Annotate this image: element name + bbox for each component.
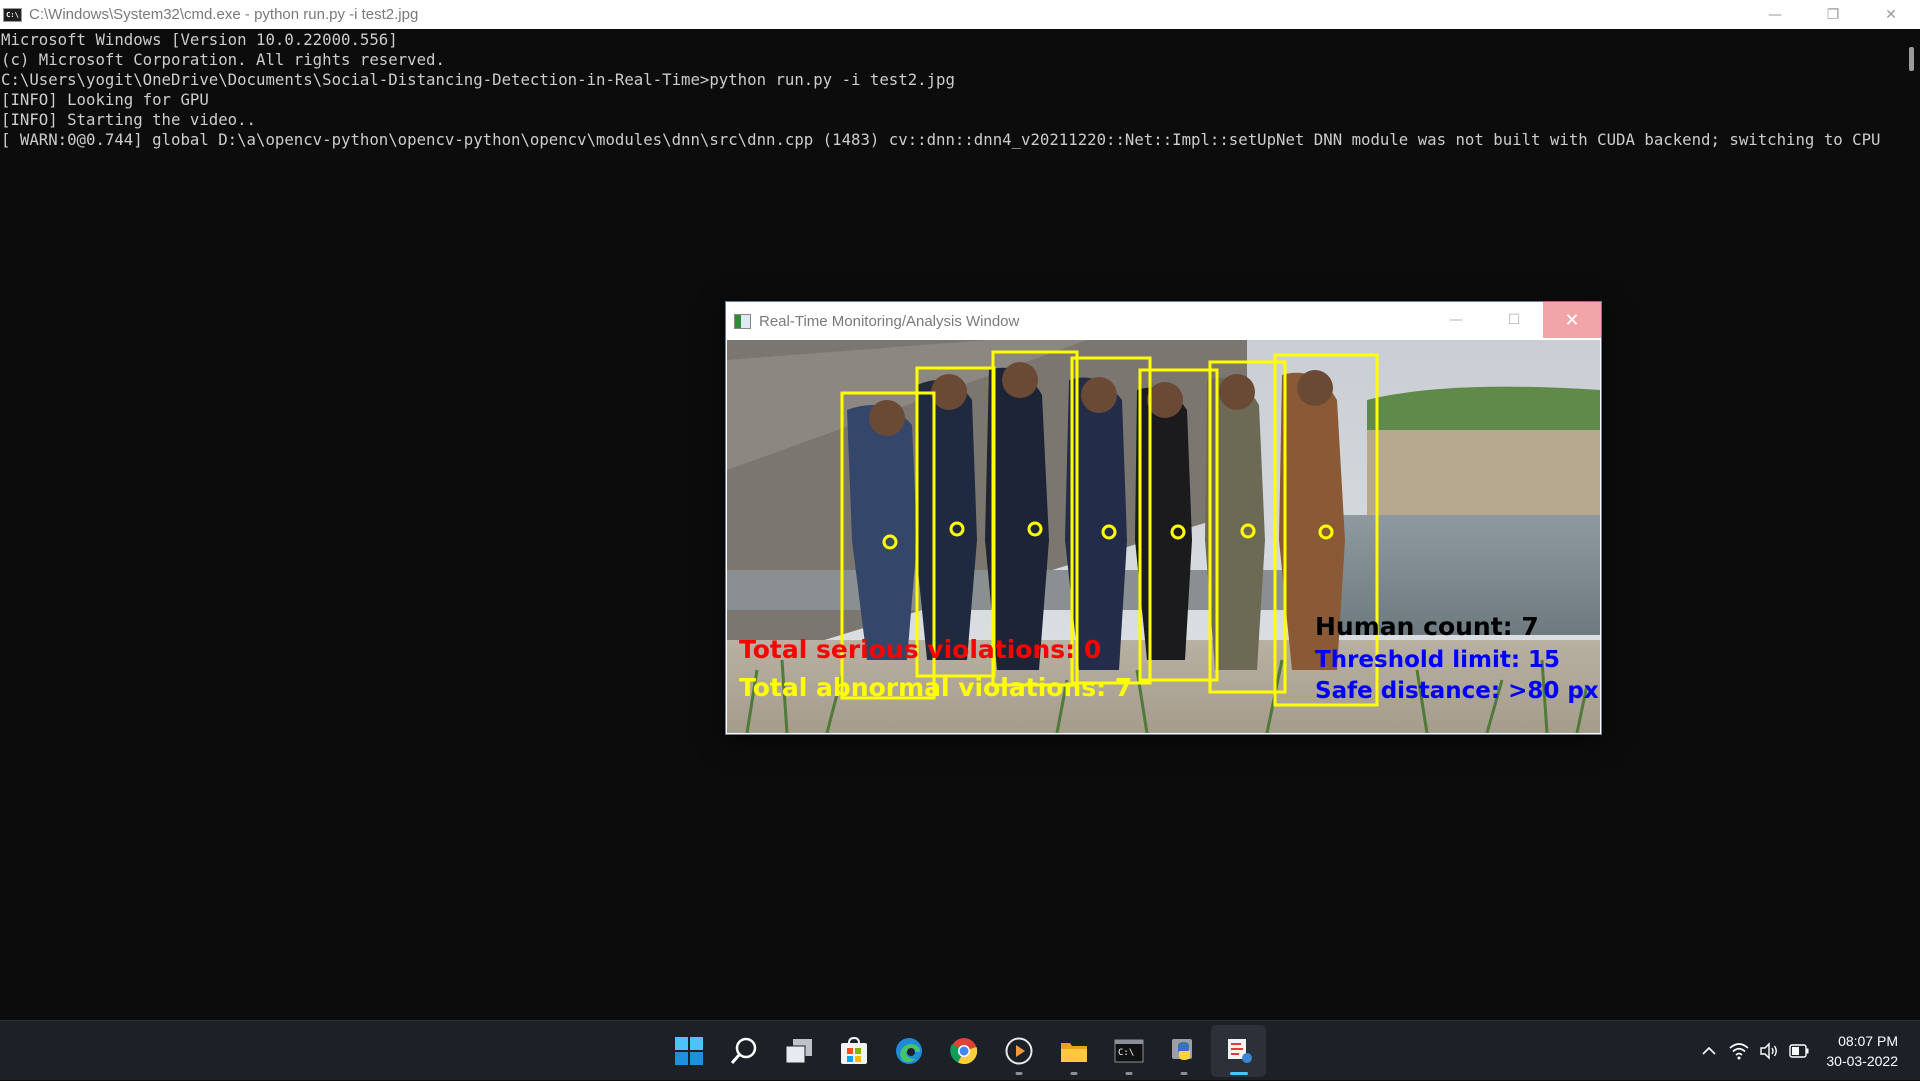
taskbar-app-file-explorer[interactable]	[1046, 1025, 1101, 1077]
store-icon	[840, 1036, 867, 1064]
taskbar-app-analysis-window[interactable]	[1211, 1025, 1266, 1077]
battery-icon[interactable]	[1784, 1044, 1814, 1058]
scrollbar-thumb[interactable]	[1909, 47, 1914, 71]
search-icon	[730, 1037, 756, 1064]
system-tray: 08:07 PM 30-03-2022	[1694, 1021, 1920, 1081]
far-wall	[1367, 430, 1600, 515]
running-indicator	[1070, 1072, 1077, 1075]
chevron-up-icon[interactable]	[1694, 1043, 1724, 1059]
human-count-label: Human count: 7	[1315, 612, 1539, 641]
cmd-close-button[interactable]: ✕	[1862, 0, 1920, 29]
cmd-window-controls: — ❐ ✕	[1746, 0, 1920, 29]
taskbar-app-media-player[interactable]	[991, 1025, 1046, 1077]
cmd-titlebar[interactable]: C:\ C:\Windows\System32\cmd.exe - python…	[0, 0, 1920, 29]
taskbar-app-edge[interactable]	[881, 1025, 936, 1077]
windows-logo-icon	[674, 1037, 703, 1065]
console-line: C:\Users\yogit\OneDrive\Documents\Social…	[1, 70, 955, 89]
analysis-maximize-button[interactable]: ☐	[1485, 302, 1543, 338]
python-icon	[1171, 1039, 1192, 1060]
running-indicator	[1015, 1072, 1022, 1075]
svg-text:C:\: C:\	[1118, 1048, 1134, 1058]
chrome-icon	[949, 1038, 977, 1065]
analysis-window-icon	[1227, 1039, 1252, 1063]
terminal-icon: C:\	[1114, 1039, 1143, 1063]
task-view-icon	[785, 1039, 812, 1064]
running-indicator	[1125, 1072, 1132, 1075]
edge-icon	[895, 1038, 922, 1064]
analysis-window[interactable]: Real-Time Monitoring/Analysis Window — ☐…	[725, 301, 1602, 735]
console-line: [INFO] Looking for GPU	[1, 90, 209, 109]
taskbar-app-store[interactable]	[826, 1025, 881, 1077]
cmd-restore-button[interactable]: ❐	[1804, 0, 1862, 29]
play-icon	[1005, 1037, 1032, 1065]
serious-violations-label: Total serious violations: 0	[739, 635, 1101, 664]
task-view-button[interactable]	[771, 1025, 826, 1077]
safe-distance-label: Safe distance: >80 px	[1315, 678, 1599, 704]
analysis-window-title: Real-Time Monitoring/Analysis Window	[759, 312, 1020, 330]
clock[interactable]: 08:07 PM 30-03-2022	[1826, 1031, 1898, 1071]
console-line: [ WARN:0@0.744] global D:\a\opencv-pytho…	[1, 130, 1881, 149]
cmd-minimize-button[interactable]: —	[1746, 0, 1804, 29]
running-indicator	[1180, 1072, 1187, 1075]
cmd-window-title: C:\Windows\System32\cmd.exe - python run…	[29, 6, 419, 23]
console-line: Microsoft Windows [Version 10.0.22000.55…	[1, 30, 398, 49]
threshold-limit-label: Threshold limit: 15	[1315, 647, 1560, 673]
detection-frame: Total serious violations: 0 Total abnorm…	[727, 340, 1600, 733]
taskbar-app-chrome[interactable]	[936, 1025, 991, 1077]
cmd-app-icon[interactable]: C:\	[3, 7, 22, 22]
console-line: (c) Microsoft Corporation. All rights re…	[1, 50, 445, 69]
analysis-minimize-button[interactable]: —	[1427, 302, 1485, 338]
start-button[interactable]	[661, 1025, 716, 1077]
volume-icon[interactable]	[1754, 1042, 1784, 1060]
clock-date: 30-03-2022	[1826, 1053, 1898, 1069]
taskbar-app-python[interactable]	[1156, 1025, 1211, 1077]
folder-icon	[1060, 1043, 1087, 1062]
taskbar: C:\ 08:07 PM 30-03-2022	[0, 1020, 1920, 1080]
clock-time: 08:07 PM	[1838, 1033, 1898, 1049]
abnormal-violations-label: Total abnormal violations: 7	[739, 673, 1132, 702]
analysis-window-app-icon	[734, 313, 751, 329]
taskbar-apps: C:\	[661, 1025, 1266, 1077]
taskbar-app-terminal[interactable]: C:\	[1101, 1025, 1156, 1077]
analysis-window-titlebar[interactable]: Real-Time Monitoring/Analysis Window — ☐…	[726, 302, 1601, 340]
detection-frame-svg: Total serious violations: 0 Total abnorm…	[727, 340, 1600, 733]
wifi-icon[interactable]	[1724, 1042, 1754, 1060]
analysis-window-controls: — ☐ ✕	[1427, 302, 1601, 338]
analysis-close-button[interactable]: ✕	[1543, 302, 1601, 338]
active-indicator	[1229, 1072, 1248, 1075]
console-scrollbar[interactable]	[1896, 29, 1920, 1019]
search-button[interactable]	[716, 1025, 771, 1077]
console-line: [INFO] Starting the video..	[1, 110, 257, 129]
